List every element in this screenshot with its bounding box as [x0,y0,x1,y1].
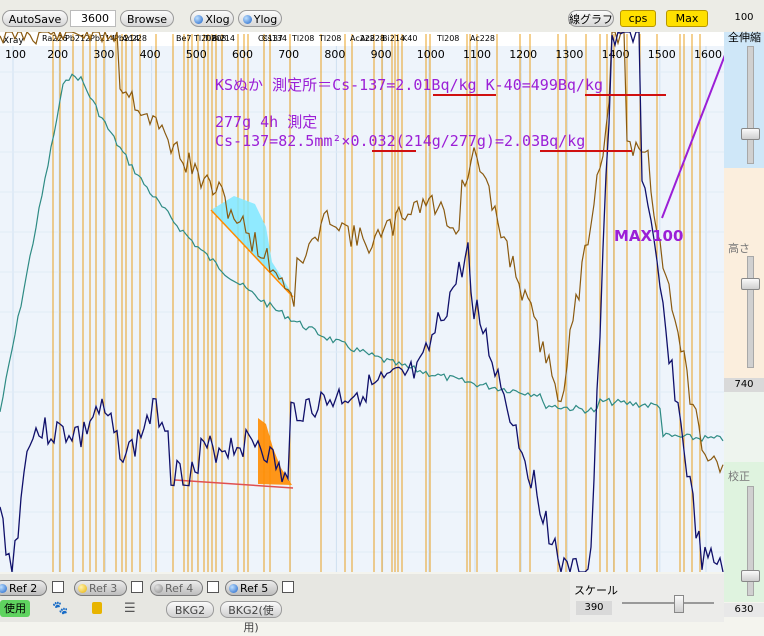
x-tick-label: 400 [140,48,161,61]
calibration-label: 校正 [728,470,750,483]
calibration-slider-thumb[interactable] [741,570,760,582]
annotation-line-3: Cs-137=82.5mm²×0.032(214g/277g)=2.03Bq/k… [215,132,585,150]
xlog-toggle[interactable]: Xlog [190,10,234,27]
ref4-button[interactable]: Ref 4 [150,580,203,596]
toolbar: AutoSave 3600 Browse Xlog Ylog 線グラフ cps … [0,0,764,32]
ref5-label: Ref 5 [240,582,269,595]
use-toggle[interactable]: 使用 [0,600,30,617]
x-tick-label: 1300 [555,48,583,61]
radio-icon [154,584,163,593]
annotation-line-2: 277g 4h 測定 [215,113,317,131]
spacer-panel [724,392,764,462]
nuclide-label: K40 [402,34,417,43]
ref4-checkbox[interactable] [207,581,219,593]
x-tick-label: 900 [371,48,392,61]
x-tick-label: 1400 [602,48,630,61]
x-tick-label: 800 [324,48,345,61]
cps-button[interactable]: cps [620,10,656,27]
x-tick-label: 100 [5,48,26,61]
measurement-time-input[interactable]: 3600 [70,10,116,27]
x-tick-label: 1600 [694,48,722,61]
ref2-button[interactable]: Ref 2 [0,580,47,596]
ref3-label: Ref 3 [89,582,118,595]
ref4-label: Ref 4 [165,582,194,595]
xlog-label: Xlog [205,13,230,26]
nuclide-label: Cs134 [262,34,287,43]
nuclide-label: Tl208 [291,34,314,43]
x-tick-label: 600 [232,48,253,61]
expand-panel [724,32,764,168]
scale-label: スケール [574,584,618,597]
annotation-line-1: KSぬか 測定所＝Cs-137=2.01Bq/kg K-40=499Bq/kg [215,76,603,94]
nuclide-label: Tl208 [318,34,341,43]
ref3-button[interactable]: Ref 3 [74,580,127,596]
x-tick-label: 700 [278,48,299,61]
plot-background [0,32,724,572]
x-tick-label: 500 [186,48,207,61]
paw-icon[interactable]: 🐾 [52,601,68,616]
bkg2-use-button[interactable]: BKG2(使用) [220,601,282,634]
bottom-toolbar: Ref 2 Ref 3 Ref 4 Ref 5 使用 🐾 ☰ BKG2 BKG2… [0,574,570,634]
calibration-value: 630 [724,603,764,617]
nuclide-label: Pb212 [65,34,90,43]
radio-icon [242,15,252,24]
height-label: 高さ [728,242,750,255]
x-tick-label: 200 [47,48,68,61]
expand-label: 全伸縮 [728,31,761,44]
scale-slider-thumb[interactable] [674,595,684,613]
nuclide-label: Ac228 [122,34,147,43]
max-annotation: MAX100 [614,227,683,245]
x-tick-label: 1200 [509,48,537,61]
spectrum-plot: Xray Ra226Pb212 Pb214Pb214Ac228 Be7 Tl208Tl… [0,32,724,572]
x-tick-label: 300 [93,48,114,61]
scale-slider-track[interactable] [622,602,714,604]
x-tick-label: 1500 [648,48,676,61]
line-graph-button[interactable]: 線グラフ [568,10,614,27]
ref2-checkbox[interactable] [52,581,64,593]
browse-button[interactable]: Browse [120,10,174,27]
xray-label: Xray [3,36,24,46]
expand-slider-thumb[interactable] [741,128,760,140]
nuclide-label: Be7 [176,34,192,43]
nuclide-label: Bi214 [212,34,235,43]
ylog-label: Ylog [253,13,278,26]
list-icon[interactable]: ☰ [124,601,136,616]
autosave-button[interactable]: AutoSave [2,10,68,27]
max-value: 100 [734,12,754,23]
ref2-label: Ref 2 [9,582,38,595]
x-tick-label: 1000 [417,48,445,61]
ref5-button[interactable]: Ref 5 [225,580,278,596]
nuclide-label: Tl208 [436,34,459,43]
radio-icon [229,584,238,593]
ref5-checkbox[interactable] [282,581,294,593]
x-tick-label: 1100 [463,48,491,61]
radio-icon [78,584,87,593]
nuclide-label: Ac228 [470,34,495,43]
height-slider-thumb[interactable] [741,278,760,290]
lock-icon[interactable] [92,602,102,614]
height-panel [724,168,764,378]
bkg2-button[interactable]: BKG2 [166,601,214,618]
scale-value: 390 [576,601,612,615]
expand-slider-track[interactable] [747,46,754,164]
scale-panel: スケール 390 [570,574,724,622]
max-button[interactable]: Max [666,10,708,27]
radio-icon [0,584,7,593]
radio-icon [194,15,204,24]
ylog-toggle[interactable]: Ylog [238,10,282,27]
ref3-checkbox[interactable] [131,581,143,593]
height-value: 740 [724,378,764,392]
height-slider-track[interactable] [747,256,754,368]
